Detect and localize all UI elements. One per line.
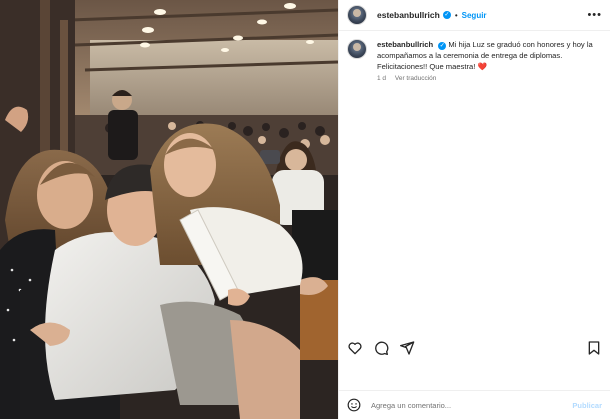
publish-button[interactable]: Publicar xyxy=(572,401,602,410)
author-username[interactable]: estebanbullrich xyxy=(377,10,440,20)
bookmark-icon[interactable] xyxy=(586,340,602,356)
emoji-icon[interactable] xyxy=(347,398,361,412)
comment-icon[interactable] xyxy=(373,340,389,356)
post-actions-bar xyxy=(339,335,610,361)
instagram-post: estebanbullrich ✓ • Seguir ••• estebanbu… xyxy=(0,0,610,419)
caption-block: estebanbullrich ✓ Mi hija Luz se graduó … xyxy=(339,31,610,72)
verified-badge-icon: ✓ xyxy=(442,11,451,19)
post-side-panel: estebanbullrich ✓ • Seguir ••• estebanbu… xyxy=(338,0,610,419)
author-avatar[interactable] xyxy=(347,5,367,25)
share-icon[interactable] xyxy=(399,340,415,356)
caption-author-avatar[interactable] xyxy=(347,39,367,59)
follow-button[interactable]: Seguir xyxy=(462,11,487,20)
caption-text-block: estebanbullrich ✓ Mi hija Luz se graduó … xyxy=(377,39,601,72)
post-header: estebanbullrich ✓ • Seguir ••• xyxy=(339,0,610,31)
caption-verified-badge-icon: ✓ xyxy=(438,42,447,50)
graduation-photo-image xyxy=(0,0,338,419)
more-options-icon[interactable]: ••• xyxy=(587,9,602,21)
post-photo[interactable] xyxy=(0,0,338,419)
caption-meta: 1 d Ver traducción xyxy=(377,75,610,82)
see-translation-link[interactable]: Ver traducción xyxy=(395,75,437,82)
separator-dot: • xyxy=(454,10,458,20)
caption-username[interactable]: estebanbullrich xyxy=(377,40,433,49)
comment-bar: Publicar xyxy=(339,390,610,419)
comment-input[interactable] xyxy=(369,399,573,411)
post-time-ago: 1 d xyxy=(377,75,387,82)
heart-icon[interactable] xyxy=(347,340,363,356)
